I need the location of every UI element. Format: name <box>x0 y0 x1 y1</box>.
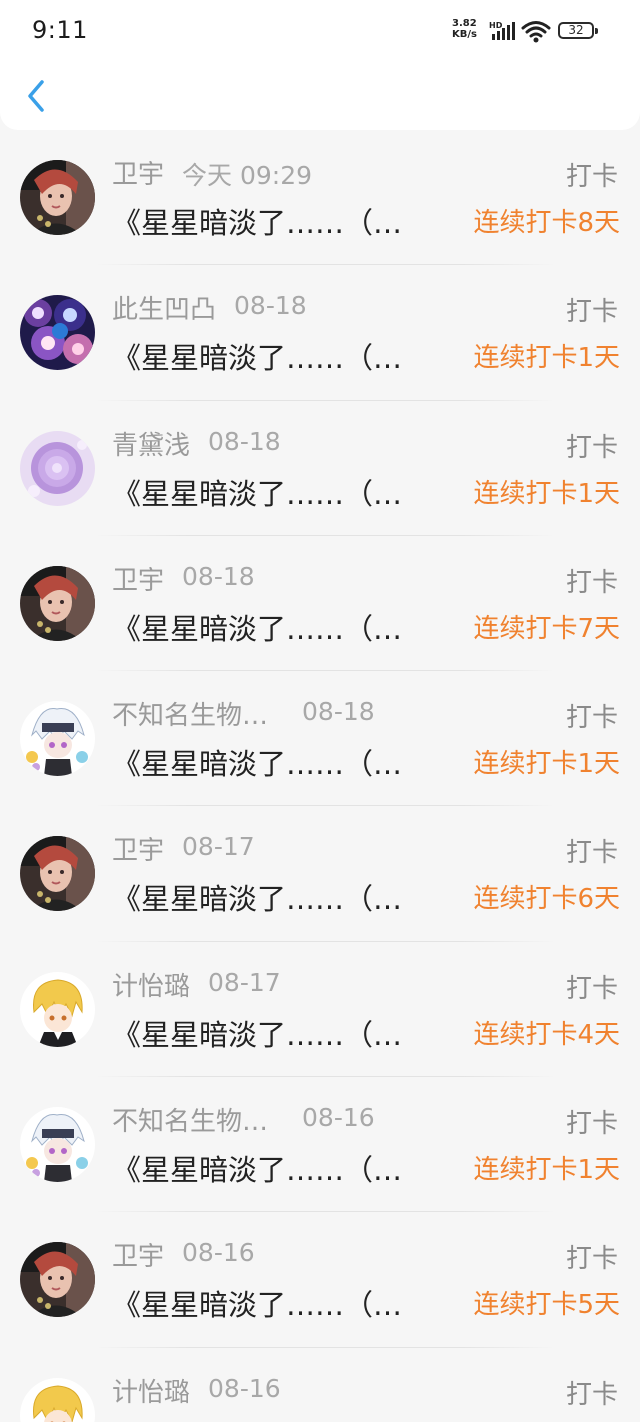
post-date: 08-17 <box>182 832 255 862</box>
streak-badge: 连续打卡8天 <box>473 208 620 238</box>
user-name: 不知名生物… <box>112 1107 269 1138</box>
post-date: 08-18 <box>182 561 255 591</box>
avatar[interactable] <box>20 565 95 641</box>
avatar[interactable] <box>20 295 95 371</box>
list-item[interactable]: 卫宇 08-17 《星星暗淡了……（… 打卡连续打卡6天 <box>0 806 640 942</box>
avatar[interactable] <box>20 701 95 777</box>
network-speed-value: 3.82 <box>452 18 477 29</box>
post-date: 08-17 <box>208 967 281 997</box>
checkin-type-label: 打卡 <box>565 1379 618 1410</box>
post-date: 08-16 <box>302 1103 375 1133</box>
checkin-type-label: 打卡 <box>565 1109 618 1140</box>
checkin-type-label: 打卡 <box>565 838 618 869</box>
list-item[interactable]: 计怡璐 08-17 《星星暗淡了……（… 打卡连续打卡4天 <box>0 942 640 1078</box>
streak-badge: 连续打卡1天 <box>473 478 620 509</box>
checkin-type-label: 打卡 <box>565 973 618 1004</box>
avatar[interactable] <box>20 430 95 506</box>
post-title: 《星星暗淡了……（… <box>112 1153 403 1188</box>
post-date: 08-18 <box>234 291 307 321</box>
avatar[interactable] <box>20 1107 95 1183</box>
avatar[interactable] <box>20 1242 95 1318</box>
user-name: 卫宇 <box>112 565 165 596</box>
chevron-left-icon <box>28 80 44 112</box>
list-item[interactable]: 卫宇 08-16 《星星暗淡了……（… 打卡连续打卡5天 <box>0 1212 640 1348</box>
user-name: 卫宇 <box>112 836 165 867</box>
checkin-type-label: 打卡 <box>565 162 618 192</box>
avatar[interactable] <box>20 971 95 1047</box>
list-item[interactable]: 青黛浅 08-18 《星星暗淡了……（… 打卡连续打卡1天 <box>0 401 640 536</box>
list-item[interactable]: 卫宇 08-18 《星星暗淡了……（… 打卡连续打卡7天 <box>0 536 640 672</box>
avatar[interactable] <box>20 160 95 235</box>
post-date: 08-18 <box>302 697 375 727</box>
post-title: 《星星暗淡了……（… <box>112 882 403 917</box>
checkin-type-label: 打卡 <box>565 567 618 598</box>
list-item[interactable]: 此生凹凸 08-18 《星星暗淡了……（… 打卡连续打卡1天 <box>0 265 640 401</box>
post-title: 《星星暗淡了……（… <box>112 476 403 511</box>
user-name: 卫宇 <box>112 1242 165 1273</box>
streak-badge: 连续打卡5天 <box>473 1290 620 1321</box>
checkin-list: 卫宇 今天 09:29 《星星暗淡了……（… 打卡 连续打卡8天 此生凹凸 08-18 《星星… <box>0 130 640 1422</box>
post-date: 08-16 <box>208 1373 281 1403</box>
streak-badge: 连续打卡1天 <box>473 749 620 780</box>
checkin-type-label: 打卡 <box>565 297 618 328</box>
user-name: 卫宇 <box>112 160 165 190</box>
phone-screen: 9:11 3.82 KB/s HD 32 卫宇 今天 09:29 《星星暗淡了…… <box>0 0 640 1422</box>
streak-badge: 连续打卡6天 <box>473 884 620 915</box>
user-name: 计怡璐 <box>112 971 191 1002</box>
post-title: 《星星暗淡了……（… <box>112 747 403 782</box>
user-name: 不知名生物… <box>112 701 269 732</box>
list-item[interactable]: 卫宇 今天 09:29 《星星暗淡了……（… 打卡连续打卡8天 <box>0 130 640 266</box>
post-date: 08-18 <box>208 426 281 456</box>
streak-badge: 连续打卡4天 <box>473 1019 620 1050</box>
post-date: 今天 09:29 <box>182 161 313 190</box>
post-title: 《星星暗淡了……（… <box>112 341 403 376</box>
user-name: 青黛浅 <box>112 430 191 461</box>
post-title: 《星星暗淡了……（… <box>112 206 403 240</box>
post-title: 《星星暗淡了……（… <box>112 1418 452 1422</box>
battery-icon: 32 <box>558 22 598 39</box>
cellular-signal-icon: HD <box>489 21 517 41</box>
post-title: 《星星暗淡了……（… <box>112 611 403 646</box>
status-time: 9:11 <box>32 16 88 44</box>
list-item[interactable]: 计怡璐 08-16 《星星暗淡了……（… 打卡 <box>0 1348 640 1422</box>
streak-badge: 连续打卡7天 <box>473 613 620 644</box>
network-speed: 3.82 KB/s <box>452 18 486 40</box>
avatar[interactable] <box>20 836 95 912</box>
user-name: 计怡璐 <box>112 1377 191 1408</box>
wifi-icon <box>521 20 551 44</box>
status-bar: 9:11 3.82 KB/s HD 32 <box>0 0 640 60</box>
streak-badge: 连续打卡1天 <box>473 343 620 374</box>
checkin-type-label: 打卡 <box>565 1244 618 1275</box>
list-item[interactable]: 不知名生物… 08-18 《星星暗淡了……（… 打卡连续打卡1天 <box>0 671 640 807</box>
post-title: 《星星暗淡了……（… <box>112 1288 403 1323</box>
checkin-type-label: 打卡 <box>565 432 618 463</box>
network-type-label: HD <box>489 21 503 30</box>
avatar[interactable] <box>20 1377 95 1422</box>
user-name: 此生凹凸 <box>112 295 217 326</box>
back-button[interactable] <box>20 76 52 116</box>
post-date: 08-16 <box>182 1238 255 1268</box>
network-speed-unit: KB/s <box>452 29 477 40</box>
streak-badge: 连续打卡1天 <box>473 1155 620 1186</box>
list-item[interactable]: 不知名生物… 08-16 《星星暗淡了……（… 打卡连续打卡1天 <box>0 1077 640 1213</box>
checkin-type-label: 打卡 <box>565 703 618 734</box>
header-bar: 9:11 3.82 KB/s HD 32 <box>0 0 640 130</box>
post-title: 《星星暗淡了……（… <box>112 1017 403 1052</box>
